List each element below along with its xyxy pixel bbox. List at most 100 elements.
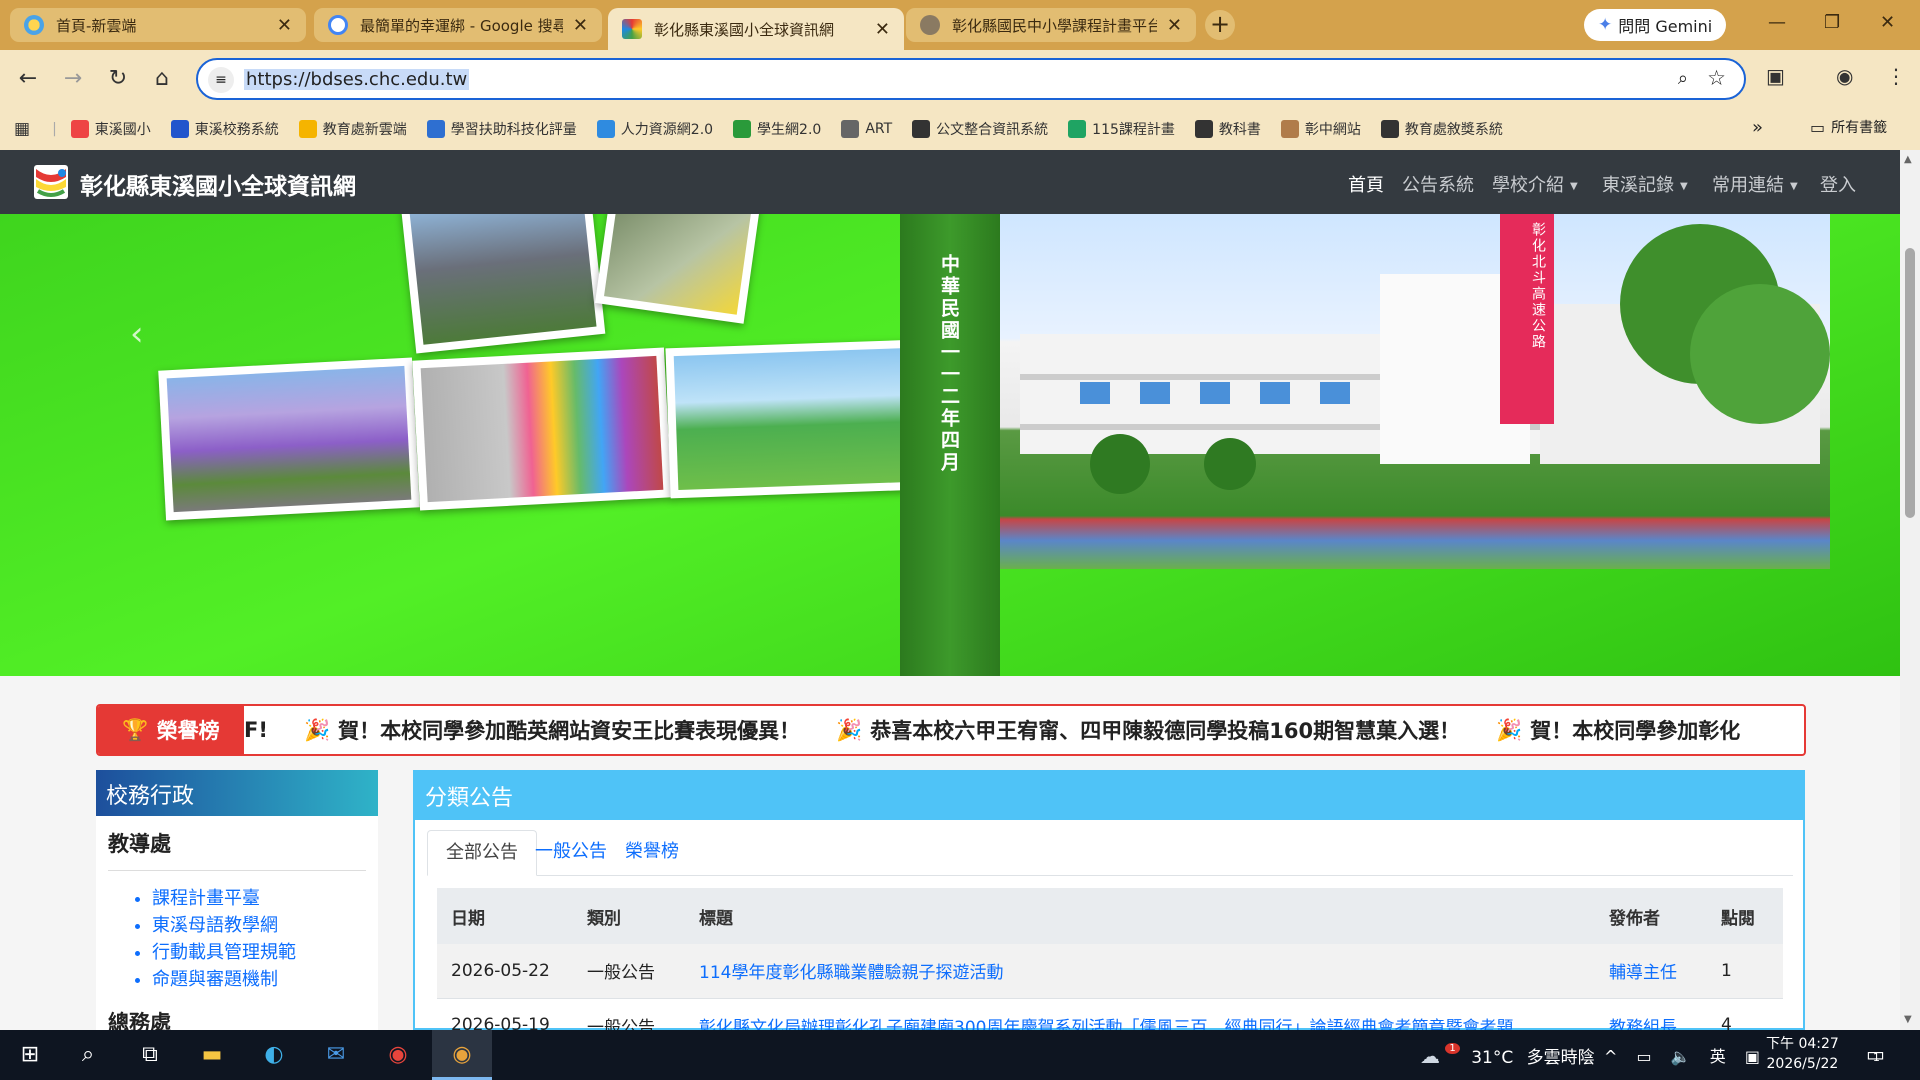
bookmark-item[interactable]: 教科書 <box>1194 119 1261 139</box>
bookmark-label: 115課程計畫 <box>1092 122 1175 138</box>
bookmark-item[interactable]: 教育處敘獎系統 <box>1380 119 1503 139</box>
column-header[interactable]: 類別 <box>573 888 685 944</box>
address-bar[interactable]: ≡ https://bdses.chc.edu.tw ⌕ ☆ <box>196 58 1746 100</box>
bookmark-item[interactable]: 教育處新雲端 <box>298 119 407 139</box>
announcements-panel: 分類公告 全部公告 一般公告 榮譽榜 日期 類別 標題 發佈者 點閱 2026-… <box>413 770 1805 1030</box>
profile-icon[interactable]: ◉ <box>1836 64 1853 88</box>
close-tab-icon[interactable]: ✕ <box>1167 15 1182 36</box>
bookmark-item[interactable]: 東溪校務系統 <box>170 119 279 139</box>
ime-indicator[interactable]: 英 <box>1710 1047 1726 1066</box>
chrome-profile-icon[interactable]: ◉ <box>432 1030 492 1080</box>
bookmark-item[interactable]: 人力資源網2.0 <box>596 119 713 139</box>
column-header[interactable]: 發佈者 <box>1595 888 1707 944</box>
cell-title-link[interactable]: 114學年度彰化縣職業體驗親子探遊活動 <box>685 944 1595 999</box>
announcement-tabs: 全部公告 一般公告 榮譽榜 <box>427 830 1793 876</box>
honor-item[interactable]: 🎉 恭喜本校六甲王宥甯、四甲陳毅德同學投稿160期智慧菓入選！ <box>836 715 1460 745</box>
nav-school-intro[interactable]: 學校介紹 ▼ <box>1492 171 1578 197</box>
page-scrollbar[interactable]: ▲ ▼ <box>1900 150 1920 1030</box>
back-icon[interactable]: ← <box>14 66 42 91</box>
honor-item[interactable]: 🎉 賀！本校同學參加彰化 <box>1496 715 1740 745</box>
carousel-prev-icon[interactable]: ‹ <box>130 314 144 354</box>
column-header[interactable]: 點閱 <box>1707 888 1783 944</box>
clock[interactable]: 下午 04:27 2026/5/22 <box>1766 1034 1839 1074</box>
bookmark-favicon-icon <box>596 120 615 138</box>
volume-icon[interactable]: 🔈 <box>1671 1047 1691 1066</box>
browser-tab[interactable]: 首頁-新雲端 ✕ <box>10 8 306 42</box>
nav-links[interactable]: 常用連結 ▼ <box>1712 171 1798 197</box>
hero-carousel[interactable]: 中華民國一一二年四月 彰化北斗高速公路 ‹ <box>0 214 1900 676</box>
bookmark-item[interactable]: 東溪國小 <box>70 119 151 139</box>
cell-category: 一般公告 <box>573 998 685 1030</box>
menu-icon[interactable]: ⋮ <box>1886 64 1906 88</box>
column-header[interactable]: 日期 <box>437 888 573 944</box>
mail-icon[interactable]: ✉ <box>320 1040 352 1070</box>
nav-records[interactable]: 東溪記錄 ▼ <box>1602 171 1688 197</box>
honor-item[interactable]: 🎉 賀！本校同學參加酷英網站資安王比賽表現優異！ <box>304 715 800 745</box>
cell-publisher-link[interactable]: 輔導主任 <box>1595 944 1707 999</box>
tab-honor[interactable]: 榮譽榜 <box>607 830 697 876</box>
file-explorer-icon[interactable]: ▬ <box>196 1040 228 1070</box>
sidebar-link[interactable]: 東溪母語教學網 <box>152 912 378 939</box>
bookmark-item[interactable]: ART <box>841 119 892 139</box>
ime-mode-icon[interactable]: ▣ <box>1745 1047 1760 1066</box>
search-icon[interactable]: ⌕ <box>72 1040 104 1070</box>
browser-tab-active[interactable]: 彰化縣東溪國小全球資訊網 ✕ <box>608 8 904 50</box>
new-tab-button[interactable]: + <box>1205 10 1235 40</box>
bookmark-item[interactable]: 學生網2.0 <box>733 119 821 139</box>
home-icon[interactable]: ⌂ <box>148 66 176 91</box>
bookmark-item[interactable]: 學習扶助科技化評量 <box>426 119 577 139</box>
cell-title-link[interactable]: 彰化縣文化局辦理彰化孔子廟建廟300周年慶賀系列活動「儒風三百．經典同行」論語經… <box>685 998 1595 1030</box>
forward-icon[interactable]: → <box>59 66 87 91</box>
browser-tab[interactable]: 彰化縣國民中小學課程計畫平台 ✕ <box>906 8 1196 42</box>
sidebar-link[interactable]: 課程計畫平臺 <box>152 885 378 912</box>
sidebar-link[interactable]: 行動載具管理規範 <box>152 939 378 966</box>
minimize-icon[interactable]: — <box>1768 12 1786 33</box>
column-header[interactable]: 標題 <box>685 888 1595 944</box>
apps-icon[interactable]: ▦ <box>14 119 30 139</box>
url-text[interactable]: https://bdses.chc.edu.tw <box>244 69 470 90</box>
tab-search-icon[interactable]: ▣ <box>1766 64 1785 88</box>
weather-widget[interactable]: ☁ 1 31°C 多雲時陰 <box>1420 1043 1595 1068</box>
bookmark-item[interactable]: 公文整合資訊系統 <box>912 119 1048 139</box>
nav-login[interactable]: 登入 <box>1820 171 1856 197</box>
more-bookmarks-icon[interactable]: » <box>1752 117 1763 138</box>
site-info-icon[interactable]: ≡ <box>208 67 234 93</box>
task-view-icon[interactable]: ⧉ <box>134 1040 166 1070</box>
nav-home[interactable]: 首頁 <box>1348 171 1384 197</box>
close-window-icon[interactable]: ✕ <box>1880 12 1895 33</box>
scroll-down-icon[interactable]: ▼ <box>1904 1014 1912 1025</box>
chrome-icon[interactable]: ◉ <box>382 1040 414 1070</box>
scroll-up-icon[interactable]: ▲ <box>1904 154 1912 165</box>
folder-icon: ▭ <box>1810 117 1826 137</box>
sidebar-link[interactable]: 命題與審題機制 <box>152 966 378 993</box>
temperature: 31°C <box>1471 1048 1514 1068</box>
cell-publisher-link[interactable]: 教務組長 <box>1595 998 1707 1030</box>
windows-start-icon[interactable]: ⊞ <box>14 1040 46 1070</box>
edge-icon[interactable]: ◐ <box>258 1040 290 1070</box>
scrollbar-thumb[interactable] <box>1905 248 1915 518</box>
school-favicon-icon <box>622 19 642 39</box>
chevron-up-icon[interactable]: ^ <box>1604 1047 1617 1066</box>
bookmark-favicon-icon <box>1380 120 1399 138</box>
zoom-icon[interactable]: ⌕ <box>1678 68 1688 89</box>
site-title[interactable]: 彰化縣東溪國小全球資訊網 <box>80 167 356 201</box>
bookmark-item[interactable]: 115課程計畫 <box>1068 119 1175 139</box>
close-tab-icon[interactable]: ✕ <box>277 15 292 36</box>
reload-icon[interactable]: ↻ <box>104 66 132 91</box>
ask-gemini-button[interactable]: ✦ 問問 Gemini <box>1584 9 1727 41</box>
statues-photo <box>665 339 921 499</box>
browser-tab[interactable]: 最簡單的幸運綁 - Google 搜尋 ✕ <box>314 8 602 42</box>
restore-icon[interactable]: ❐ <box>1824 12 1840 33</box>
nav-announcements[interactable]: 公告系統 <box>1402 171 1474 197</box>
bookmark-favicon-icon <box>70 120 89 138</box>
notification-icon[interactable]: ▭1 <box>1866 1042 1885 1066</box>
all-bookmarks-button[interactable]: ▭ 所有書籤 <box>1810 117 1887 137</box>
network-icon[interactable]: ▭ <box>1637 1047 1652 1066</box>
close-tab-icon[interactable]: ✕ <box>573 15 588 36</box>
close-tab-icon[interactable]: ✕ <box>875 19 890 40</box>
tab-title: 彰化縣東溪國小全球資訊網 <box>654 20 835 39</box>
school-logo[interactable] <box>34 165 68 199</box>
site-navbar: 彰化縣東溪國小全球資訊網 首頁 公告系統 學校介紹 ▼ 東溪記錄 ▼ 常用連結 ▼ 登… <box>0 150 1900 214</box>
bookmark-item[interactable]: 彰中網站 <box>1280 119 1361 139</box>
bookmark-star-icon[interactable]: ☆ <box>1707 66 1726 90</box>
